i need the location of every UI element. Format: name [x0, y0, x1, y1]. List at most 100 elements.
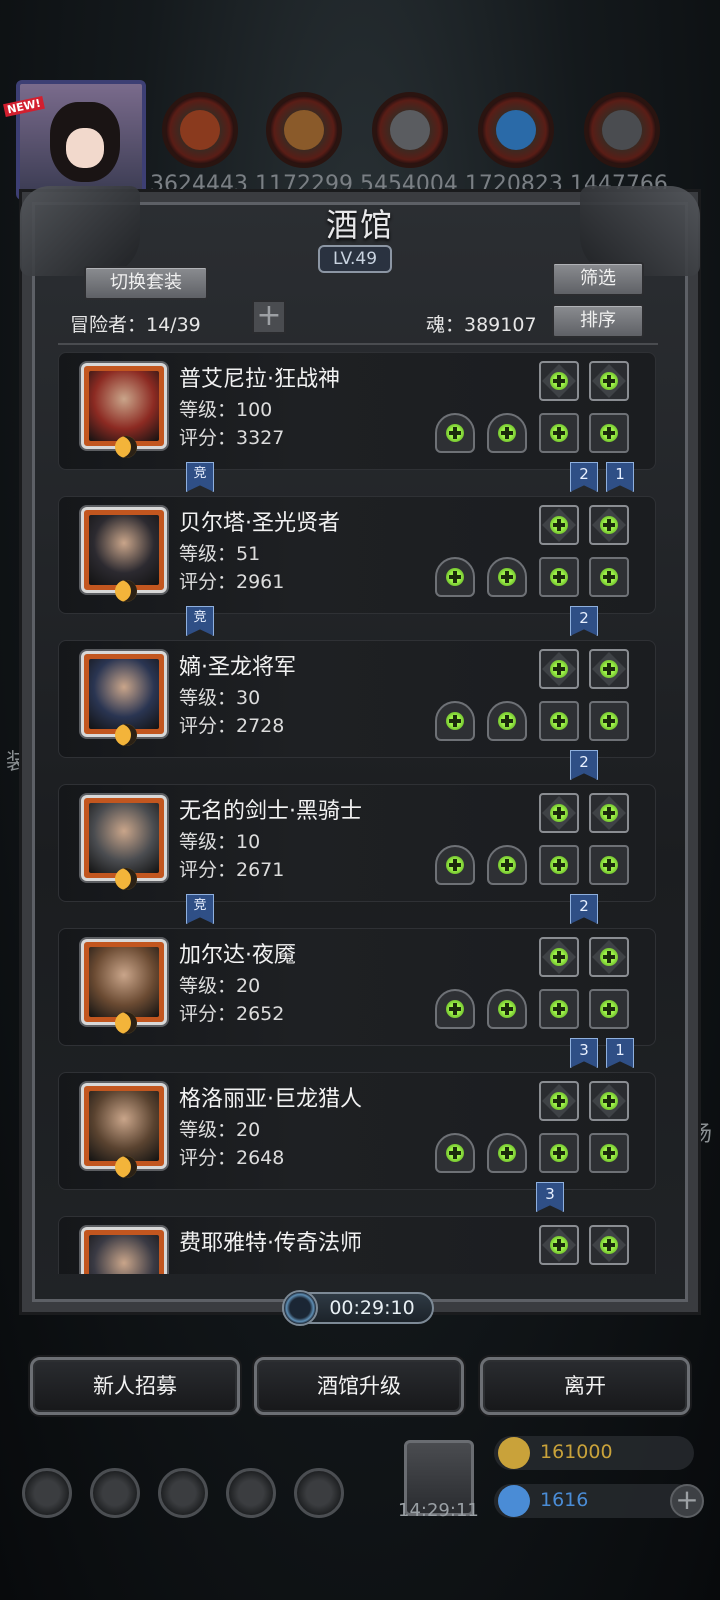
- hero-card[interactable]: 加尔达·夜魇 等级：20 评分：2652: [58, 928, 656, 1046]
- rank-tag: 2: [570, 462, 598, 492]
- hero-portrait[interactable]: [81, 363, 167, 458]
- helmet-slot[interactable]: [487, 989, 527, 1029]
- adventurer-count: 冒险者：14/39: [70, 314, 201, 336]
- amulet-slot[interactable]: [589, 1133, 629, 1173]
- add-equipment-icon: [498, 568, 516, 586]
- amulet-slot[interactable]: [589, 413, 629, 453]
- ring-slot[interactable]: [539, 557, 579, 597]
- add-currency-button[interactable]: +: [670, 1484, 704, 1518]
- helmet-slot[interactable]: [487, 845, 527, 885]
- hero-card[interactable]: 贝尔塔·圣光贤者 等级：51 评分：2961: [58, 496, 656, 614]
- add-equipment-icon: [600, 1092, 618, 1110]
- hero-card[interactable]: 无名的剑士·黑骑士 等级：10 评分：2671: [58, 784, 656, 902]
- add-equipment-icon: [498, 1144, 516, 1162]
- amulet-slot[interactable]: [589, 845, 629, 885]
- weapon-slot[interactable]: [435, 557, 475, 597]
- iron-resource-icon[interactable]: [584, 92, 660, 168]
- social-icon[interactable]: [294, 1468, 344, 1518]
- add-equipment-icon: [600, 568, 618, 586]
- hero-card[interactable]: 格洛丽亚·巨龙猎人 等级：20 评分：2648: [58, 1072, 656, 1190]
- add-equipment-icon: [550, 372, 568, 390]
- hero-list[interactable]: 普艾尼拉·狂战神 等级：100 评分：3327 竞 2 1 贝尔塔·圣光贤者 等级：51 评分：…: [58, 352, 662, 1274]
- hero-portrait[interactable]: [81, 651, 167, 746]
- armor-slot[interactable]: [539, 649, 579, 689]
- crystal-resource-icon[interactable]: [478, 92, 554, 168]
- weapon-slot[interactable]: [435, 413, 475, 453]
- hero-portrait[interactable]: [81, 795, 167, 890]
- weapon-slot[interactable]: [435, 1133, 475, 1173]
- add-equipment-icon: [550, 424, 568, 442]
- amulet-slot[interactable]: [589, 557, 629, 597]
- stone-resource-icon[interactable]: [372, 92, 448, 168]
- clock-icon: [282, 1290, 318, 1326]
- armor-slot[interactable]: [539, 937, 579, 977]
- switch-set-button[interactable]: 切换套装: [84, 266, 208, 300]
- helmet-slot[interactable]: [487, 701, 527, 741]
- hero-level: 等级：51: [179, 543, 261, 565]
- mail-icon[interactable]: [226, 1468, 276, 1518]
- accessory-slot[interactable]: [589, 937, 629, 977]
- settings-icon[interactable]: [22, 1468, 72, 1518]
- gold-coin-icon: [498, 1437, 530, 1469]
- hero-score: 评分：2652: [179, 1003, 285, 1025]
- weapon-slot[interactable]: [435, 845, 475, 885]
- ring-slot[interactable]: [539, 1133, 579, 1173]
- hero-card[interactable]: 费耶雅特·传奇法师: [58, 1216, 656, 1274]
- add-adventurer-button[interactable]: +: [252, 300, 286, 334]
- rank-tag: 2: [570, 606, 598, 636]
- add-equipment-icon: [600, 372, 618, 390]
- weapon-slot[interactable]: [435, 989, 475, 1029]
- hero-portrait[interactable]: [81, 939, 167, 1034]
- hero-card[interactable]: 嫡·圣龙将军 等级：30 评分：2728: [58, 640, 656, 758]
- armor-slot[interactable]: [539, 361, 579, 401]
- filter-button[interactable]: 筛选: [552, 262, 644, 296]
- hero-card[interactable]: 普艾尼拉·狂战神 等级：100 评分：3327: [58, 352, 656, 470]
- accessory-slot[interactable]: [589, 793, 629, 833]
- upgrade-tavern-button[interactable]: 酒馆升级: [254, 1357, 464, 1415]
- recruit-button[interactable]: 新人招募: [30, 1357, 240, 1415]
- add-equipment-icon: [550, 712, 568, 730]
- wood-resource-icon[interactable]: [266, 92, 342, 168]
- accessory-slot[interactable]: [589, 1081, 629, 1121]
- armor-slot[interactable]: [539, 505, 579, 545]
- accessory-slot[interactable]: [589, 1225, 629, 1265]
- hero-portrait[interactable]: [81, 1083, 167, 1178]
- accessory-slot[interactable]: [589, 649, 629, 689]
- add-equipment-icon: [446, 856, 464, 874]
- ring-slot[interactable]: [539, 989, 579, 1029]
- hero-score: 评分：3327: [179, 427, 285, 449]
- meat-resource-icon[interactable]: [162, 92, 238, 168]
- hero-portrait[interactable]: [81, 507, 167, 602]
- add-equipment-icon: [600, 856, 618, 874]
- moon-icon: [115, 580, 137, 602]
- leave-button[interactable]: 离开: [480, 1357, 690, 1415]
- soul-count: 魂：389107: [426, 314, 537, 336]
- add-equipment-icon: [550, 568, 568, 586]
- amulet-slot[interactable]: [589, 701, 629, 741]
- amulet-slot[interactable]: [589, 989, 629, 1029]
- weapon-slot[interactable]: [435, 701, 475, 741]
- helmet-slot[interactable]: [487, 557, 527, 597]
- helmet-slot[interactable]: [487, 413, 527, 453]
- add-equipment-icon: [446, 1144, 464, 1162]
- armor-slot[interactable]: [539, 1225, 579, 1265]
- sort-button[interactable]: 排序: [552, 304, 644, 338]
- ring-slot[interactable]: [539, 845, 579, 885]
- gift-timer: 14:29:11: [398, 1500, 479, 1521]
- add-equipment-icon: [550, 516, 568, 534]
- armor-slot[interactable]: [539, 793, 579, 833]
- accessory-slot[interactable]: [589, 361, 629, 401]
- hero-icon[interactable]: [90, 1468, 140, 1518]
- ring-slot[interactable]: [539, 701, 579, 741]
- ring-slot[interactable]: [539, 413, 579, 453]
- hero-name: 无名的剑士·黑骑士: [179, 799, 362, 824]
- bag-icon[interactable]: [158, 1468, 208, 1518]
- hero-level: 等级：20: [179, 1119, 261, 1141]
- hero-portrait[interactable]: [81, 1227, 167, 1274]
- divider: [58, 343, 658, 345]
- rank-tag: 3: [570, 1038, 598, 1068]
- helmet-slot[interactable]: [487, 1133, 527, 1173]
- accessory-slot[interactable]: [589, 505, 629, 545]
- armor-slot[interactable]: [539, 1081, 579, 1121]
- add-equipment-icon: [600, 516, 618, 534]
